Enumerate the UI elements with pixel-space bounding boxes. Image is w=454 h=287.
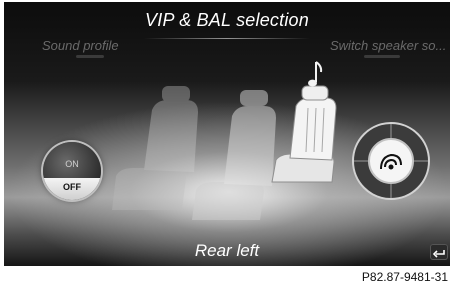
toggle-off-label: OFF (63, 182, 81, 192)
sound-profile-menu-item[interactable]: Sound profile (42, 38, 119, 53)
rear-left-seat-selected (271, 85, 337, 183)
rear-right-seat-ghost (112, 86, 198, 210)
figure-reference: P82.87-9481-31 (361, 270, 448, 284)
switch-speaker-submenu-marker (364, 55, 400, 58)
music-note-icon (308, 61, 323, 87)
back-arrow-icon (432, 250, 445, 258)
head-unit-display: VIP & BAL selection Sound profile Switch… (4, 2, 450, 266)
switch-speaker-menu-item[interactable]: Switch speaker so... (330, 38, 446, 53)
page-title: VIP & BAL selection (145, 10, 309, 30)
selected-seat-label: Rear left (194, 241, 260, 260)
figure-frame: VIP & BAL selection Sound profile Switch… (0, 0, 454, 287)
toggle-off-segment[interactable]: OFF (43, 178, 101, 200)
front-left-seat-ghost (192, 90, 276, 220)
back-button[interactable] (430, 244, 448, 260)
sound-profile-submenu-marker (76, 55, 104, 58)
toggle-on-label: ON (65, 159, 79, 169)
speaker-controller-dial[interactable] (351, 121, 431, 201)
seat-layout-illustration (112, 85, 337, 220)
on-off-toggle[interactable]: ON OFF (43, 142, 101, 200)
title-divider (144, 38, 310, 39)
